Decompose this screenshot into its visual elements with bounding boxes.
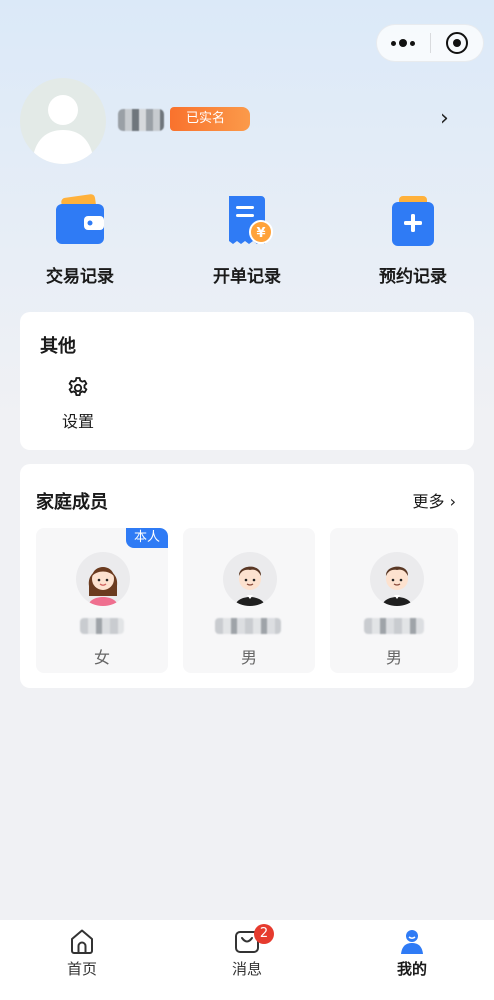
tab-messages[interactable]: 2 消息 bbox=[197, 924, 297, 979]
unread-badge: 2 bbox=[254, 924, 274, 944]
female-avatar-icon bbox=[76, 552, 130, 606]
tab-label: 我的 bbox=[396, 960, 427, 978]
appointment-icon bbox=[383, 192, 443, 252]
home-icon bbox=[67, 926, 97, 956]
svg-text:¥: ¥ bbox=[256, 226, 265, 241]
tab-home[interactable]: 首页 bbox=[32, 926, 132, 979]
more-dots-icon[interactable] bbox=[377, 25, 430, 61]
wallet-icon bbox=[50, 192, 110, 252]
family-member-card[interactable]: ████ 男 bbox=[183, 528, 315, 673]
action-label: 开单记录 bbox=[213, 267, 281, 287]
transaction-records-button[interactable]: 交易记录 bbox=[20, 192, 140, 287]
family-member-card[interactable]: ████ 男 bbox=[330, 528, 458, 673]
settings-label: 设置 bbox=[61, 412, 94, 431]
person-icon bbox=[397, 926, 427, 956]
appointment-records-button[interactable]: 预约记录 bbox=[353, 192, 473, 287]
member-gender: 男 bbox=[240, 648, 257, 667]
verified-badge: 已实名 bbox=[170, 107, 250, 131]
other-section: 其他 设置 bbox=[20, 312, 474, 450]
bottom-tab-bar: 首页 2 消息 我的 bbox=[0, 920, 494, 1000]
more-link[interactable]: 更多 › bbox=[413, 488, 457, 512]
member-name: ███ bbox=[80, 618, 124, 634]
user-name: ███ bbox=[118, 109, 164, 131]
tab-mine[interactable]: 我的 bbox=[362, 926, 462, 979]
member-name: ████ bbox=[364, 618, 424, 634]
section-title: 其他 bbox=[40, 336, 76, 357]
section-title: 家庭成员 bbox=[36, 492, 108, 513]
male-avatar-icon bbox=[223, 552, 277, 606]
settings-button[interactable]: 设置 bbox=[58, 376, 98, 432]
bill-icon: ¥ bbox=[217, 192, 277, 252]
message-bag-icon: 2 bbox=[232, 924, 274, 956]
target-icon[interactable] bbox=[430, 25, 483, 61]
tab-label: 首页 bbox=[66, 960, 97, 978]
family-members-section: 家庭成员 更多 › 本人 ███ 女 bbox=[20, 464, 474, 688]
profile-chevron-icon[interactable]: › bbox=[440, 106, 449, 131]
mini-program-capsule bbox=[376, 24, 484, 62]
gear-icon bbox=[58, 376, 98, 404]
self-tag: 本人 bbox=[125, 528, 168, 548]
male-avatar-icon bbox=[370, 552, 424, 606]
default-avatar-icon[interactable] bbox=[20, 78, 106, 164]
action-label: 交易记录 bbox=[46, 267, 114, 287]
tab-label: 消息 bbox=[231, 960, 262, 978]
member-gender: 男 bbox=[385, 648, 402, 667]
member-name: ████ bbox=[215, 618, 281, 634]
order-records-button[interactable]: ¥ 开单记录 bbox=[187, 192, 307, 287]
member-gender: 女 bbox=[93, 648, 110, 667]
action-label: 预约记录 bbox=[379, 267, 447, 287]
family-member-card[interactable]: 本人 ███ 女 bbox=[36, 528, 168, 673]
